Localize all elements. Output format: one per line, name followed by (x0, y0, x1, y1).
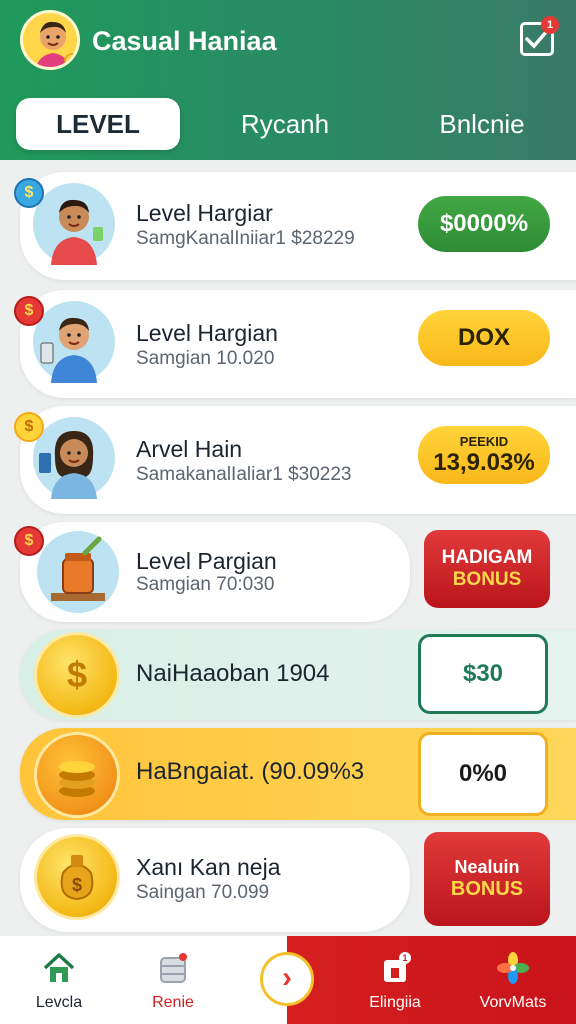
app-header: Casual Haniaa 1 LEVEL Rycanh Bnlcnie (0, 0, 576, 160)
progress-value-button[interactable]: 0%0 (418, 732, 548, 816)
chevron-right-icon[interactable]: › (260, 952, 314, 1006)
nav-label: VorvMats (479, 994, 547, 1011)
nav-badge: 1 (402, 953, 407, 963)
row-title: Level Pargian (136, 548, 277, 574)
coin-bag-icon: $ (34, 632, 120, 718)
row-title: HaBngaiat. (90.09%3 (136, 758, 365, 785)
svg-text:$: $ (67, 654, 87, 695)
nav-label: Renie (152, 994, 194, 1011)
nav-item-renie[interactable]: Renie (118, 936, 228, 1024)
percent-button-value: 13,9.03% (433, 448, 535, 476)
bonus-badge-title: Nealuin (454, 857, 520, 877)
claim-button[interactable]: $0000% (418, 196, 550, 252)
bonus-badge-title: HADIGAM (441, 547, 533, 568)
dox-button[interactable]: DOX (418, 310, 550, 366)
pinwheel-icon (497, 952, 529, 984)
gift-icon: 1 (384, 952, 411, 982)
coin-red-icon: $ (14, 296, 44, 326)
avatar[interactable] (20, 10, 80, 70)
coin-stack-icon (34, 732, 120, 818)
row-subtitle: SamgKanalIniiar1 $28229 (136, 228, 355, 249)
notification-badge: 1 (541, 16, 559, 34)
bonus-badge[interactable]: Nealuin BONUS (424, 832, 550, 926)
row-title: Arvel Hain (136, 436, 243, 462)
money-bag-icon: $ (34, 834, 120, 920)
row-subtitle: SamakanalIaliar1 $30223 (136, 464, 352, 485)
percent-button-caption: PEEKID (459, 433, 509, 449)
nav-item-levcla[interactable]: Levcla (4, 936, 114, 1024)
home-icon (43, 953, 75, 982)
reward-amount-button[interactable]: $30 (418, 634, 548, 714)
bonus-badge[interactable]: HADIGAM BONUS (424, 530, 550, 608)
row-subtitle: Samgian 70:030 (136, 574, 275, 595)
tab-rycanh[interactable]: Rycanh (200, 98, 370, 150)
coin-blue-icon: $ (14, 178, 44, 208)
nav-item-elingiia[interactable]: 1 Elingiia (340, 936, 450, 1024)
jar-icon (34, 528, 122, 616)
coin-red-icon: $ (14, 526, 44, 556)
row-subtitle: Saingan 70.099 (136, 882, 270, 903)
app-title: Casual Haniaa (92, 26, 277, 56)
svg-text:$: $ (72, 875, 82, 895)
nav-label: Elingiia (369, 994, 421, 1011)
row-title: NaiHaaoban 1904 (136, 660, 330, 687)
bonus-badge-label: BONUS (450, 878, 524, 900)
row-subtitle: Samgian 10.020 (136, 348, 275, 369)
bonus-badge-label: BONUS (452, 569, 522, 590)
tab-bnlcnie[interactable]: Bnlcnie (400, 98, 564, 150)
row-title: Xanı Kan neja (136, 854, 281, 880)
nav-label: Levcla (35, 994, 83, 1011)
tab-level[interactable]: LEVEL (16, 98, 180, 150)
percent-button[interactable]: PEEKID 13,9.03% (418, 426, 550, 484)
user-avatar-icon (36, 21, 77, 67)
row-title: Level Hargian (136, 320, 278, 346)
coin-gold-icon: $ (14, 412, 44, 442)
nav-item-vorvmats[interactable]: VorvMats (458, 936, 568, 1024)
coin-jar-icon (160, 953, 187, 983)
row-title: Level Hargiar (136, 200, 273, 226)
